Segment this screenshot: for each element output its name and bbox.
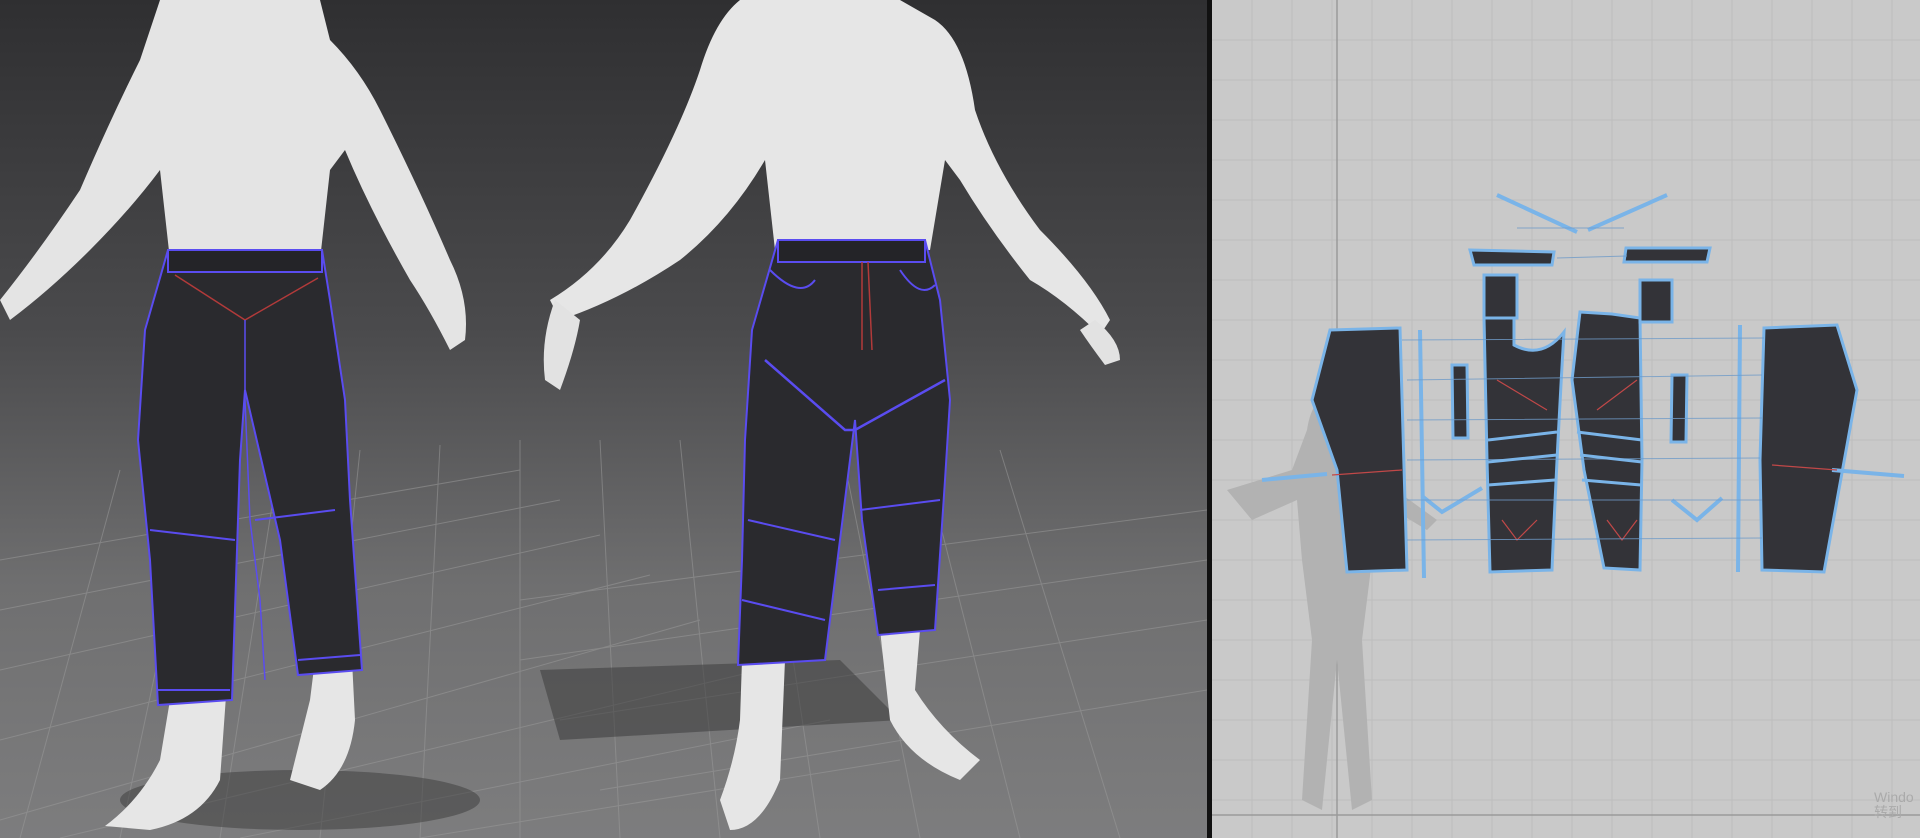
viewport-3d[interactable] (0, 0, 1207, 838)
waistband-left[interactable] (1468, 248, 1556, 267)
pattern-pieces[interactable] (1310, 246, 1859, 574)
pants-front (736, 239, 952, 667)
pattern-piece-front-right[interactable] (1570, 310, 1644, 572)
pants-back (136, 249, 364, 707)
pattern-piece-back-right[interactable] (1758, 323, 1859, 574)
fly-right[interactable] (1638, 278, 1674, 324)
pocket-right[interactable] (1669, 373, 1689, 444)
scene-3d-canvas[interactable] (0, 0, 1207, 838)
fly-left[interactable] (1482, 273, 1519, 320)
pocket-left[interactable] (1450, 363, 1470, 440)
shadow-front (540, 660, 900, 740)
viewport-2d[interactable]: Windo 转到 (1212, 0, 1920, 838)
watermark-line-1: Windo (1874, 790, 1914, 805)
watermark-text: Windo 转到 (1874, 790, 1920, 820)
waistband-right[interactable] (1622, 246, 1712, 264)
watermark-line-2: 转到 (1874, 804, 1902, 820)
pattern-2d-canvas[interactable] (1212, 0, 1920, 838)
